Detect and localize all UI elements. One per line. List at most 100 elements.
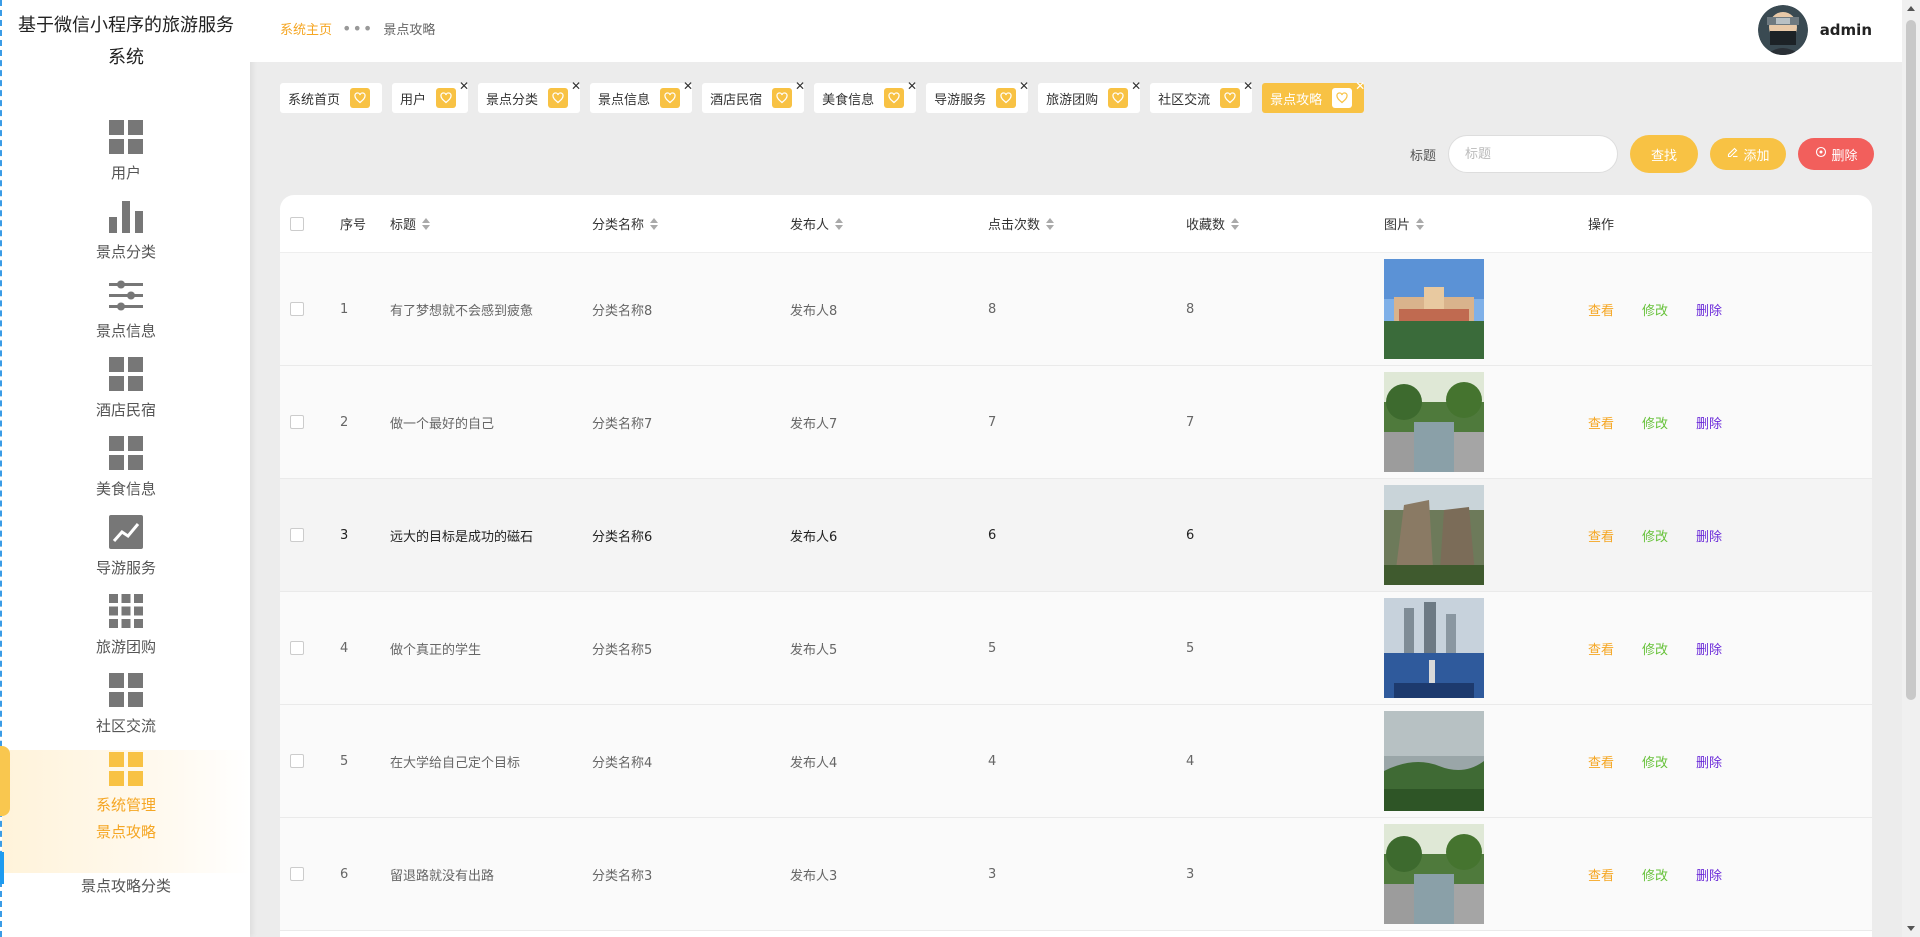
close-icon[interactable]: ✕ (459, 79, 469, 93)
edit-link[interactable]: 修改 (1642, 639, 1668, 658)
sidebar-item-system[interactable]: 系统管理 景点攻略 (2, 750, 250, 873)
close-icon[interactable]: ✕ (1019, 79, 1029, 93)
row-checkbox[interactable] (290, 415, 304, 429)
edit-link[interactable]: 修改 (1642, 526, 1668, 545)
sidebar-item-hotel[interactable]: 酒店民宿 (2, 355, 250, 434)
tag-home[interactable]: 系统首页 (280, 83, 383, 113)
table-row[interactable]: 1 有了梦想就不会感到疲惫 分类名称8 发布人8 8 8 查看 修改 删除 (280, 253, 1872, 366)
edit-link[interactable]: 修改 (1642, 413, 1668, 432)
header-label: 发布人 (790, 218, 830, 233)
close-icon[interactable]: ✕ (795, 79, 805, 93)
close-icon[interactable]: ✕ (1355, 79, 1365, 93)
add-button[interactable]: 添加 (1710, 138, 1787, 170)
sort-icon[interactable] (835, 217, 844, 230)
tag-scenic-info[interactable]: 景点信息 ✕ (590, 79, 693, 113)
row-checkbox[interactable] (290, 641, 304, 655)
sidebar-item-label: 用户 (110, 164, 141, 182)
search-input[interactable] (1448, 135, 1619, 173)
breadcrumb-home[interactable]: 系统主页 (280, 19, 332, 38)
edit-link[interactable]: 修改 (1642, 300, 1668, 319)
delete-link[interactable]: 删除 (1696, 413, 1722, 432)
heart-icon (548, 88, 569, 108)
thumbnail-canal[interactable] (1384, 824, 1484, 924)
close-icon[interactable]: ✕ (1243, 79, 1253, 93)
sidebar-item-group-buy[interactable]: 旅游团购 (2, 592, 250, 671)
close-icon[interactable]: ✕ (683, 79, 693, 93)
page-scrollbar[interactable] (1902, 0, 1920, 937)
view-link[interactable]: 查看 (1588, 752, 1614, 771)
edit-link[interactable]: 修改 (1642, 865, 1668, 884)
tag-group-buy[interactable]: 旅游团购 ✕ (1038, 79, 1141, 113)
sort-icon[interactable] (650, 217, 659, 230)
close-icon[interactable]: ✕ (571, 79, 581, 93)
table-row[interactable]: 4 做个真正的学生 分类名称5 发布人5 5 5 查看 修改 删除 (280, 592, 1872, 705)
sidebar-item-guide[interactable]: 导游服务 (2, 513, 250, 592)
header-title[interactable]: 标题 (390, 214, 592, 233)
sidebar-item-users[interactable]: 用户 (2, 118, 250, 197)
sidebar-item-food[interactable]: 美食信息 (2, 434, 250, 513)
delete-button[interactable]: 删除 (1798, 138, 1875, 170)
table-row[interactable]: 6 留退路就没有出路 分类名称3 发布人3 3 3 查看 修改 删除 (280, 818, 1872, 931)
tag-community[interactable]: 社区交流 ✕ (1150, 79, 1253, 113)
delete-link[interactable]: 删除 (1696, 865, 1722, 884)
view-link[interactable]: 查看 (1588, 865, 1614, 884)
sidebar-item-scenic-info[interactable]: 景点信息 (2, 276, 250, 355)
tag-guide[interactable]: 导游服务 ✕ (926, 79, 1029, 113)
delete-link[interactable]: 删除 (1696, 526, 1722, 545)
user-menu[interactable]: admin (1757, 5, 1872, 55)
header-clicks[interactable]: 点击次数 (988, 214, 1186, 233)
sidebar-item-scenic-category[interactable]: 景点分类 (2, 197, 250, 276)
table-row[interactable]: 5 在大学给自己定个目标 分类名称4 发布人4 4 4 查看 修改 删除 (280, 705, 1872, 818)
sort-icon[interactable] (1046, 217, 1055, 230)
collapse-handle[interactable] (0, 746, 10, 816)
table-row[interactable]: 3 远大的目标是成功的磁石 分类名称6 发布人6 6 6 查看 修改 删除 (280, 479, 1872, 592)
cell-clicks: 4 (988, 753, 997, 769)
delete-link[interactable]: 删除 (1696, 300, 1722, 319)
row-checkbox[interactable] (290, 754, 304, 768)
thumbnail-hills[interactable] (1384, 711, 1484, 811)
view-link[interactable]: 查看 (1588, 526, 1614, 545)
sidebar-item-label: 社区交流 (95, 717, 156, 735)
sort-icon[interactable] (422, 217, 431, 230)
thumbnail-canal[interactable] (1384, 372, 1484, 472)
sidebar-subitem-scenic-guide[interactable]: 景点攻略 (96, 821, 156, 841)
row-checkbox-cell (280, 528, 340, 542)
table-row[interactable]: 2 做一个最好的自己 分类名称7 发布人7 7 7 查看 修改 删除 (280, 366, 1872, 479)
cell-ops: 查看 修改 删除 (1584, 526, 1872, 545)
row-checkbox[interactable] (290, 528, 304, 542)
sidebar-subitem-guide-category[interactable]: 景点攻略分类 (2, 866, 250, 906)
sidebar-item-community[interactable]: 社区交流 (2, 671, 250, 750)
cell-image (1384, 372, 1584, 472)
edit-link[interactable]: 修改 (1642, 752, 1668, 771)
close-icon[interactable]: ✕ (907, 79, 917, 93)
view-link[interactable]: 查看 (1588, 639, 1614, 658)
avatar[interactable] (1757, 5, 1808, 55)
tag-users[interactable]: 用户 ✕ (392, 79, 469, 113)
scroll-up-arrow-icon[interactable] (1907, 6, 1915, 11)
sort-icon[interactable] (1416, 217, 1425, 230)
view-link[interactable]: 查看 (1588, 413, 1614, 432)
row-checkbox[interactable] (290, 302, 304, 316)
thumbnail-city[interactable] (1384, 259, 1484, 359)
thumbnail-cliff[interactable] (1384, 485, 1484, 585)
select-all-checkbox[interactable] (290, 216, 304, 231)
tag-scenic-category[interactable]: 景点分类 ✕ (478, 79, 581, 113)
header-favorites[interactable]: 收藏数 (1186, 214, 1384, 233)
header-publisher[interactable]: 发布人 (790, 214, 988, 233)
cell-favorites: 8 (1186, 301, 1195, 317)
tag-scenic-guide[interactable]: 景点攻略 ✕ (1262, 79, 1365, 113)
scroll-down-arrow-icon[interactable] (1907, 926, 1915, 931)
delete-link[interactable]: 删除 (1696, 752, 1722, 771)
thumbnail-towers[interactable] (1384, 598, 1484, 698)
find-button[interactable]: 查找 (1630, 135, 1699, 173)
scrollbar-thumb[interactable] (1906, 20, 1916, 700)
sort-icon[interactable] (1231, 217, 1240, 230)
row-checkbox[interactable] (290, 867, 304, 881)
header-category[interactable]: 分类名称 (592, 214, 790, 233)
tag-food[interactable]: 美食信息 ✕ (814, 79, 917, 113)
tag-hotel[interactable]: 酒店民宿 ✕ (702, 79, 805, 113)
close-icon[interactable]: ✕ (1131, 79, 1141, 93)
view-link[interactable]: 查看 (1588, 300, 1614, 319)
delete-link[interactable]: 删除 (1696, 639, 1722, 658)
header-image[interactable]: 图片 (1384, 214, 1584, 233)
